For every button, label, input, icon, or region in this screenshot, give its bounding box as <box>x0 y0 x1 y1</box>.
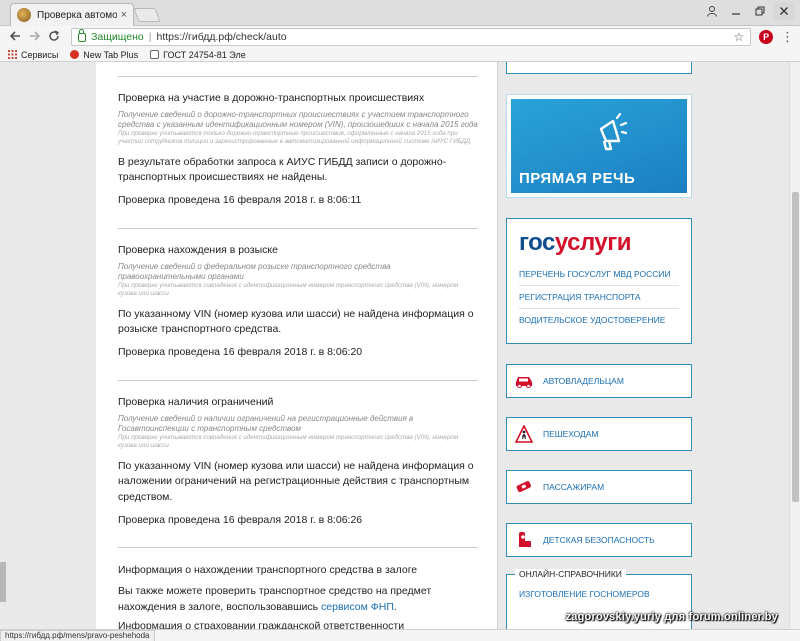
sidebar: ПРЯМАЯ РЕЧЬ госуслуги ПЕРЕЧЕНЬ ГОСУСЛУГ … <box>504 62 694 629</box>
page-scrollbar[interactable] <box>789 62 800 629</box>
tab-strip: Проверка автомобиля × <box>0 0 800 26</box>
section-title: Проверка на участие в дорожно-транспортн… <box>118 92 425 104</box>
apps-grid-icon <box>8 50 17 59</box>
logo-part-gos: гос <box>519 229 555 256</box>
section-description: Получение сведений о дорожно-транспортны… <box>118 110 478 129</box>
category-car-owners[interactable]: АВТОВЛАДЕЛЬЦАМ <box>506 364 692 398</box>
check-timestamp: Проверка проведена 16 февраля 2018 г. в … <box>118 513 363 526</box>
section-divider <box>118 547 478 548</box>
sprav-link-plates[interactable]: ИЗГОТОВЛЕНИЕ ГОСНОМЕРОВ <box>519 589 679 599</box>
menu-icon[interactable]: ⋮ <box>781 29 794 45</box>
section-accidents: Проверка на участие в дорожно-транспортн… <box>118 92 478 206</box>
star-icon[interactable]: ☆ <box>733 30 744 44</box>
new-tab-plus-icon <box>70 50 80 59</box>
gosuslugi-logo[interactable]: госуслуги <box>519 229 679 257</box>
address-bar[interactable]: Защищено | https://гибдд.рф/check/auto ☆ <box>71 28 752 46</box>
reload-icon[interactable] <box>45 29 63 45</box>
minimize-icon[interactable] <box>726 2 746 20</box>
section-result: В результате обработки запроса к АИУС ГИ… <box>118 155 447 184</box>
child-seat-icon <box>513 531 535 549</box>
megaphone-icon <box>599 113 627 151</box>
section-title-insurance: Информация о страховании гражданской отв… <box>118 619 405 630</box>
section-title: Проверка нахождения в розыске <box>118 244 278 256</box>
section-title: Информация о нахождении транспортного ср… <box>118 564 418 576</box>
promo-image: ПРЯМАЯ РЕЧЬ <box>511 99 687 193</box>
section-title: Проверка наличия ограничений <box>118 396 274 408</box>
section-result: Вы также можете проверить транспортное с… <box>118 584 478 616</box>
window-controls <box>702 2 794 20</box>
section-note: При проверке учитываются совпадения с ид… <box>118 282 459 297</box>
forward-arrow-icon[interactable] <box>26 30 44 45</box>
gosuslugi-link-license[interactable]: ВОДИТЕЛЬСКОЕ УДОСТОВЕРЕНИЕ <box>519 309 679 331</box>
main-content: Проверка на участие в дорожно-транспортн… <box>96 62 498 629</box>
fnp-service-link[interactable]: сервисом ФНП <box>321 601 394 613</box>
car-icon <box>513 372 535 390</box>
bookmark-label: Сервисы <box>21 49 59 60</box>
back-arrow-icon[interactable] <box>6 30 24 45</box>
bookmarks-bar: Сервисы New Tab Plus ГОСТ 24754-81 Эле <box>0 48 800 62</box>
gosuslugi-link-registration[interactable]: РЕГИСТРАЦИЯ ТРАНСПОРТА <box>519 286 679 309</box>
category-child-safety[interactable]: ДЕТСКАЯ БЕЗОПАСНОСТЬ <box>506 523 692 557</box>
pedestrian-icon <box>513 425 535 443</box>
page-viewport: Проверка на участие в дорожно-транспортн… <box>0 62 800 629</box>
secure-label: Защищено <box>91 31 144 43</box>
bookmark-label: ГОСТ 24754-81 Эле <box>163 49 246 60</box>
category-label: ДЕТСКАЯ БЕЗОПАСНОСТЬ <box>543 535 655 545</box>
bookmark-new-tab-plus[interactable]: New Tab Plus <box>70 50 138 60</box>
browser-tab[interactable]: Проверка автомобиля × <box>10 3 134 26</box>
category-passengers[interactable]: ПАССАЖИРАМ <box>506 470 692 504</box>
seatbelt-icon <box>513 478 535 496</box>
document-icon <box>150 50 160 59</box>
section-divider <box>118 76 478 77</box>
pinterest-extension-icon[interactable]: P <box>759 30 773 44</box>
bookmark-label: New Tab Plus <box>83 49 139 60</box>
section-description: Получение сведений о федеральном розыске… <box>118 262 391 281</box>
restore-icon[interactable] <box>750 2 770 20</box>
section-divider <box>118 380 478 381</box>
url-text[interactable]: https://гибдд.рф/check/auto <box>156 31 733 43</box>
bookmark-gost[interactable]: ГОСТ 24754-81 Эле <box>150 50 246 60</box>
category-label: АВТОВЛАДЕЛЬЦАМ <box>543 376 624 386</box>
section-wanted: Проверка нахождения в розыске Получение … <box>118 244 478 358</box>
online-directories-title: ОНЛАЙН-СПРАВОЧНИКИ <box>515 569 626 579</box>
close-window-icon[interactable] <box>774 2 794 20</box>
site-favicon-icon <box>17 8 31 22</box>
section-note: При проверке учитываются только дорожно-… <box>118 130 471 145</box>
section-note: При проверке учитываются совпадения с ид… <box>118 434 459 449</box>
category-label: ПЕШЕХОДАМ <box>543 429 599 439</box>
section-result: По указанному VIN (номер кузова или шасс… <box>118 459 474 504</box>
left-edge-stub <box>0 562 6 602</box>
gosuslugi-link-services[interactable]: ПЕРЕЧЕНЬ ГОСУСЛУГ МВД РОССИИ <box>519 263 679 286</box>
logo-part-uslugi: услуги <box>554 229 632 256</box>
sidebar-box-top <box>506 62 692 74</box>
browser-toolbar: Защищено | https://гибдд.рф/check/auto ☆… <box>0 26 800 48</box>
promo-banner[interactable]: ПРЯМАЯ РЕЧЬ <box>506 94 692 198</box>
section-divider <box>118 228 478 229</box>
forum-watermark: zagorovskiy.yuriy для forum.onliner.by <box>565 611 778 623</box>
new-tab-button[interactable] <box>133 8 161 22</box>
section-pledge: Информация о нахождении транспортного ср… <box>118 564 478 629</box>
category-label: ПАССАЖИРАМ <box>543 482 605 492</box>
gosuslugi-box: госуслуги ПЕРЕЧЕНЬ ГОСУСЛУГ МВД РОССИИ Р… <box>506 218 692 344</box>
omnibox-separator: | <box>148 31 152 43</box>
status-url: https://гибдд.рф/mens/pravo-peshehoda <box>0 630 155 641</box>
section-result: По указанному VIN (номер кузова или шасс… <box>118 307 474 336</box>
category-pedestrians[interactable]: ПЕШЕХОДАМ <box>506 417 692 451</box>
section-restrictions: Проверка наличия ограничений Получение с… <box>118 396 478 526</box>
promo-title: ПРЯМАЯ РЕЧЬ <box>519 170 636 187</box>
user-icon[interactable] <box>702 2 722 20</box>
tab-close-icon[interactable]: × <box>121 9 127 21</box>
check-timestamp: Проверка проведена 16 февраля 2018 г. в … <box>118 346 363 358</box>
bookmark-services[interactable]: Сервисы <box>8 50 58 60</box>
check-timestamp: Проверка проведена 16 февраля 2018 г. в … <box>118 194 362 206</box>
pledge-text-end: . <box>393 600 397 613</box>
section-description: Получение сведений о наличии ограничений… <box>118 414 414 433</box>
status-bar: https://гибдд.рф/mens/pravo-peshehoda <box>0 629 800 641</box>
lock-icon[interactable] <box>78 28 87 42</box>
tab-title: Проверка автомобиля <box>37 9 117 21</box>
scrollbar-thumb[interactable] <box>792 192 799 502</box>
